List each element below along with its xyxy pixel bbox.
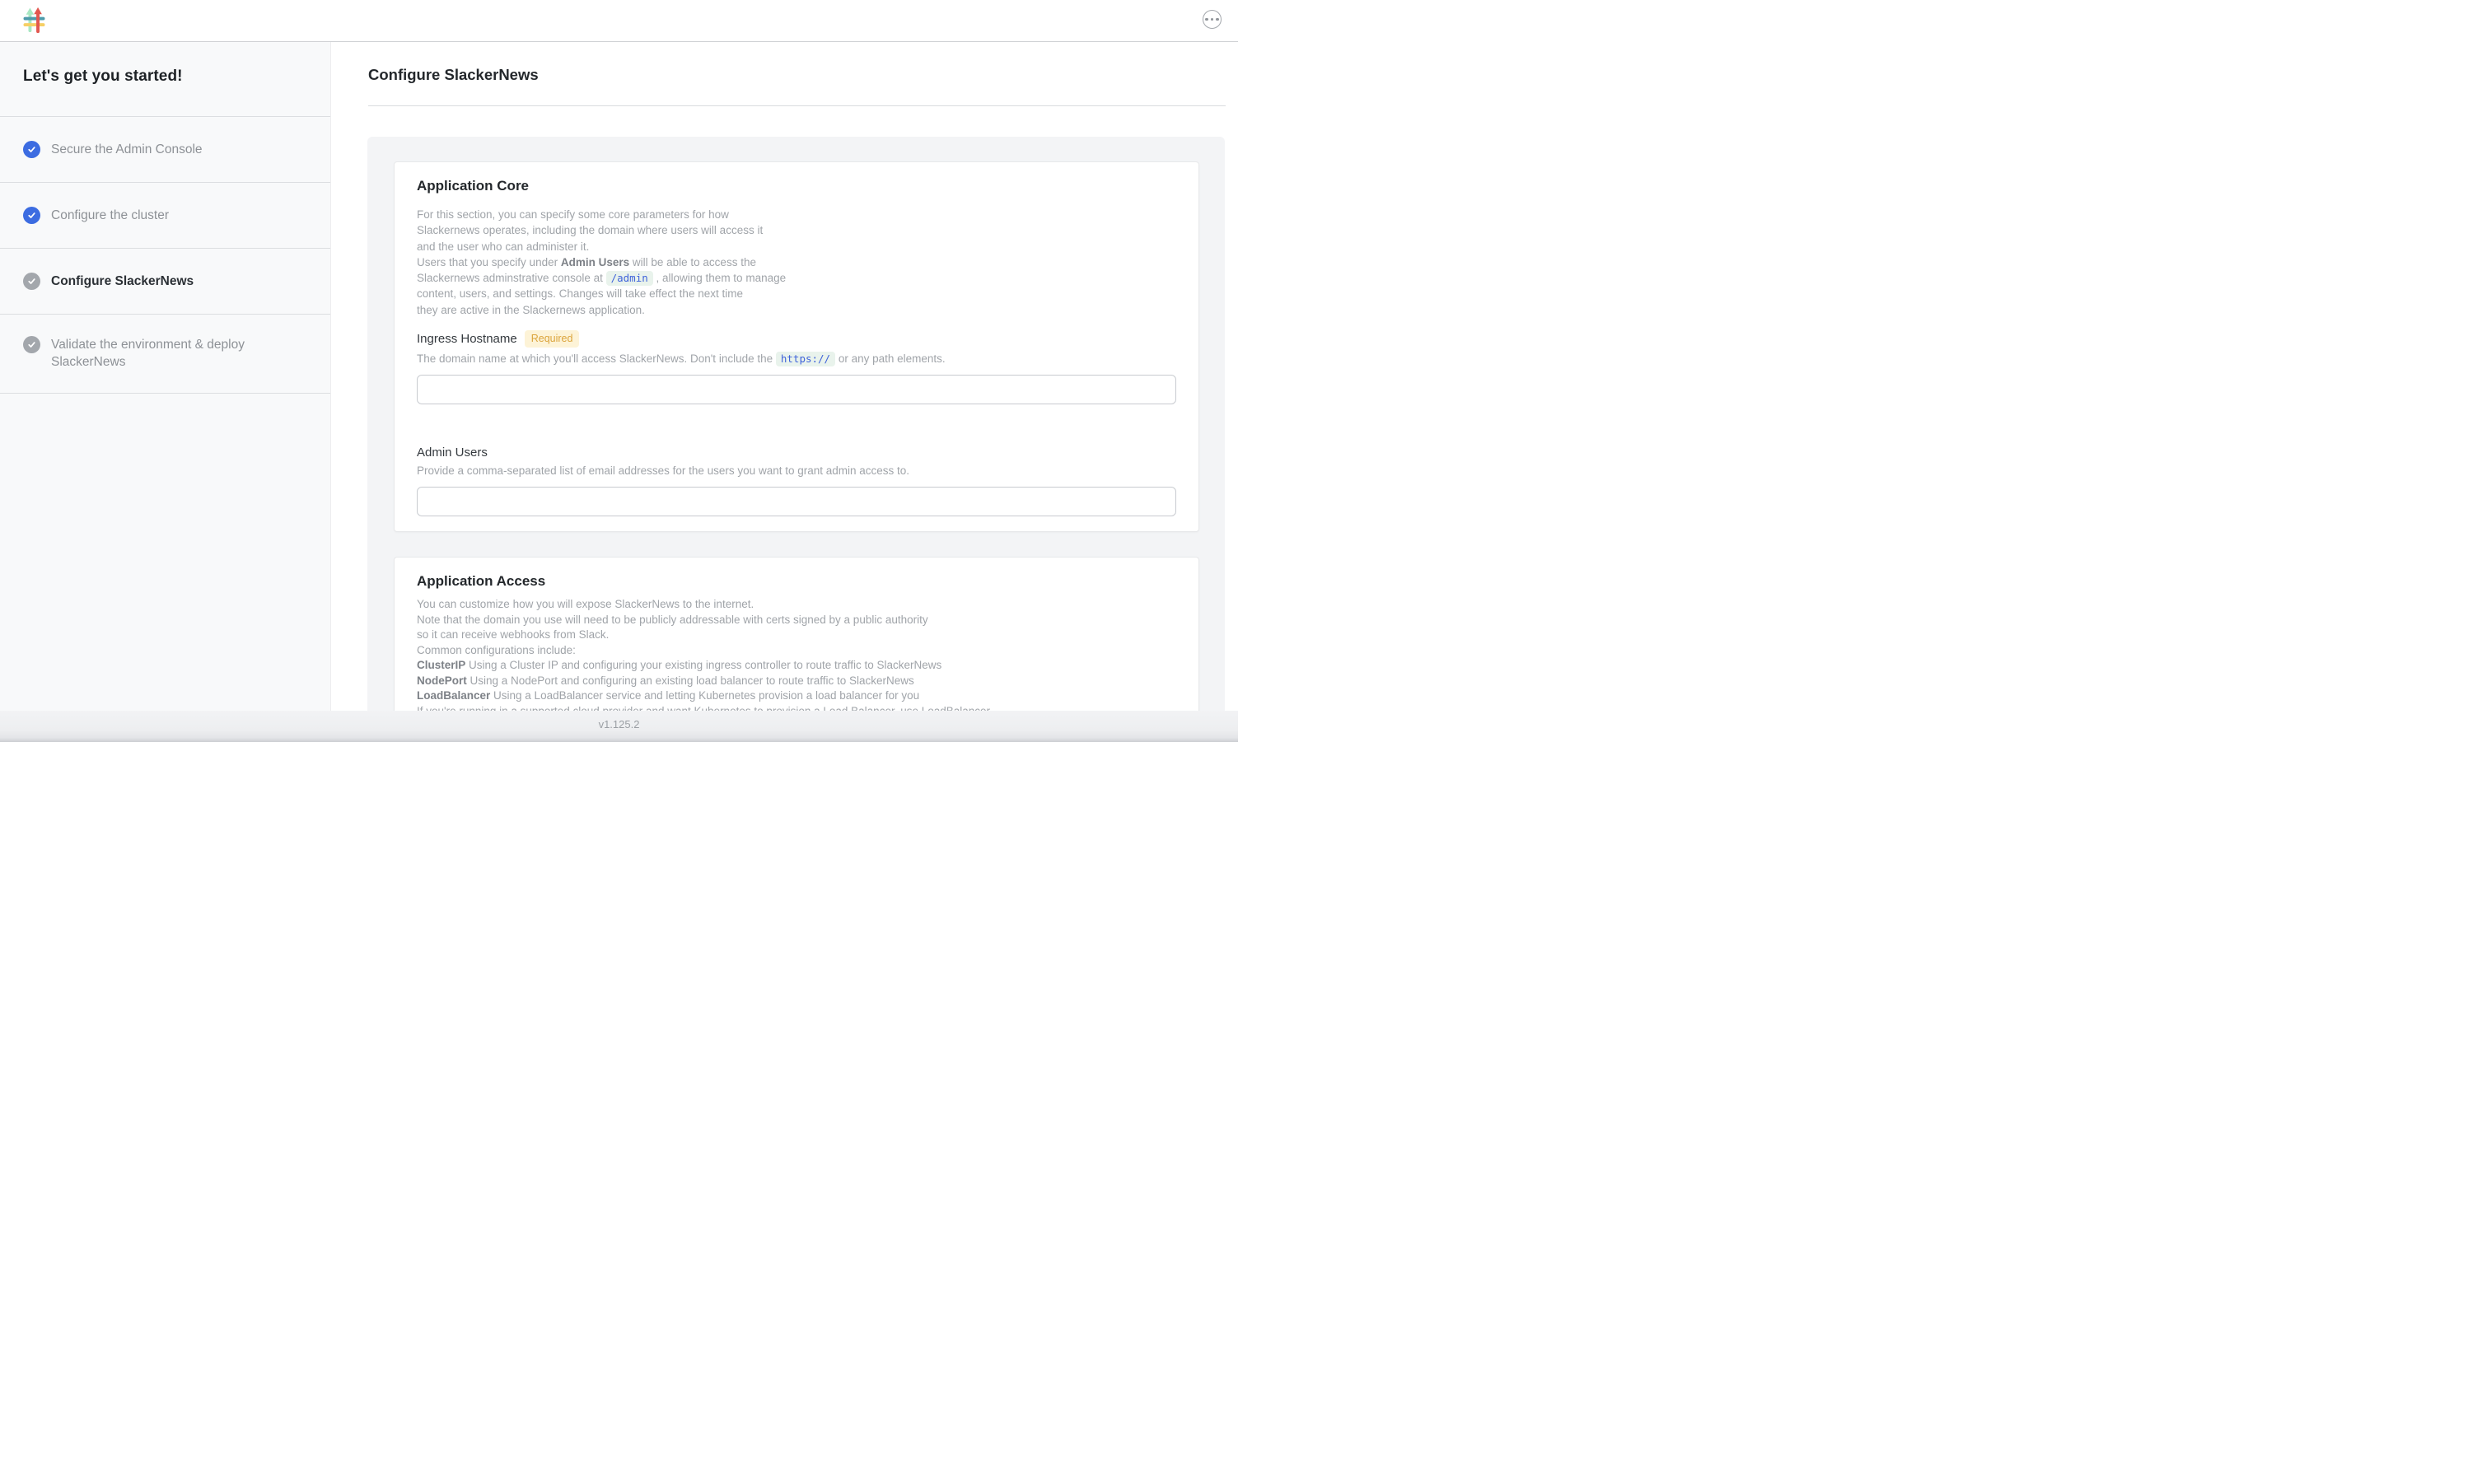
nodeport-bold-text: NodePort	[417, 674, 467, 687]
ellipsis-dot	[1216, 18, 1219, 21]
step-pending-check-icon	[23, 336, 40, 353]
desc-line: Using a Cluster IP and configuring your …	[465, 659, 941, 671]
desc-line: Users that you specify under	[417, 256, 561, 268]
desc-line: will be able to access the	[629, 256, 756, 268]
sidebar-step-configure-cluster[interactable]: Configure the cluster	[0, 183, 330, 249]
desc-line: content, users, and settings. Changes wi…	[417, 287, 743, 300]
desc-line: Common configurations include:	[417, 644, 576, 656]
desc-line: For this section, you can specify some c…	[417, 208, 729, 221]
slackernews-logo-icon	[23, 7, 45, 34]
application-access-card: Application Access You can customize how…	[394, 557, 1199, 711]
step-label: Configure SlackerNews	[51, 273, 194, 290]
loadbalancer-bold-text: LoadBalancer	[417, 689, 490, 702]
ingress-hostname-input[interactable]	[417, 375, 1176, 404]
sidebar-step-validate-deploy[interactable]: Validate the environment & deploy Slacke…	[0, 315, 330, 394]
application-core-description: For this section, you can specify some c…	[417, 207, 1176, 318]
sidebar-header: Let's get you started!	[0, 42, 330, 117]
footer-bar: v1.125.2	[0, 711, 1238, 742]
config-panel: Application Core For this section, you c…	[367, 137, 1225, 711]
ingress-hostname-label: Ingress Hostname	[417, 332, 517, 346]
desc-text: or any path elements.	[835, 352, 946, 365]
clusterip-bold-text: ClusterIP	[417, 659, 465, 671]
admin-users-description: Provide a comma-separated list of email …	[417, 464, 1176, 478]
admin-users-input[interactable]	[417, 487, 1176, 516]
admin-path-code-chip: /admin	[606, 271, 653, 286]
desc-line: Slackernews adminstrative console at	[417, 272, 606, 284]
https-code-chip: https://	[776, 352, 835, 366]
desc-line: and the user who can administer it.	[417, 240, 589, 253]
wizard-steps-sidebar: Let's get you started! Secure the Admin …	[0, 42, 331, 711]
sidebar-title: Let's get you started!	[23, 68, 307, 86]
desc-line: Note that the domain you use will need t…	[417, 614, 928, 626]
application-core-card: Application Core For this section, you c…	[394, 161, 1199, 532]
desc-text: The domain name at which you'll access S…	[417, 352, 776, 365]
admin-users-bold-text: Admin Users	[561, 256, 629, 268]
desc-line: they are active in the Slackernews appli…	[417, 304, 645, 316]
admin-users-label: Admin Users	[417, 446, 488, 460]
desc-line: If you're running in a supported cloud p…	[417, 705, 993, 712]
version-label: v1.125.2	[599, 718, 640, 730]
desc-line: so it can receive webhooks from Slack.	[417, 628, 609, 641]
step-label: Configure the cluster	[51, 207, 169, 224]
step-label: Secure the Admin Console	[51, 141, 203, 158]
desc-line: Using a NodePort and configuring an exis…	[467, 674, 914, 687]
sidebar-step-secure-admin-console[interactable]: Secure the Admin Console	[0, 117, 330, 183]
title-divider	[368, 105, 1226, 106]
ellipsis-dot	[1211, 18, 1214, 21]
ingress-hostname-field: Ingress Hostname Required The domain nam…	[417, 330, 1176, 404]
application-access-description: You can customize how you will expose Sl…	[417, 597, 1176, 711]
step-label: Validate the environment & deploy Slacke…	[51, 336, 275, 371]
step-complete-check-icon	[23, 207, 40, 224]
sidebar-step-configure-slackernews[interactable]: Configure SlackerNews	[0, 249, 330, 315]
page-title: Configure SlackerNews	[368, 66, 539, 84]
desc-line: Using a LoadBalancer service and letting…	[490, 689, 919, 702]
step-pending-check-icon	[23, 273, 40, 290]
setup-wizard-page: Let's get you started! Secure the Admin …	[0, 0, 1238, 742]
application-core-heading: Application Core	[417, 177, 1176, 194]
ellipsis-dot	[1205, 18, 1208, 21]
admin-users-field: Admin Users Provide a comma-separated li…	[417, 446, 1176, 516]
overflow-menu-button[interactable]	[1203, 10, 1222, 29]
desc-line: Slackernews operates, including the doma…	[417, 224, 763, 236]
desc-line: You can customize how you will expose Sl…	[417, 598, 754, 610]
desc-line: , allowing them to manage	[653, 272, 786, 284]
application-access-heading: Application Access	[417, 572, 1176, 590]
step-complete-check-icon	[23, 141, 40, 158]
top-bar	[0, 0, 1238, 42]
ingress-hostname-description: The domain name at which you'll access S…	[417, 352, 1176, 366]
required-badge: Required	[525, 330, 580, 348]
